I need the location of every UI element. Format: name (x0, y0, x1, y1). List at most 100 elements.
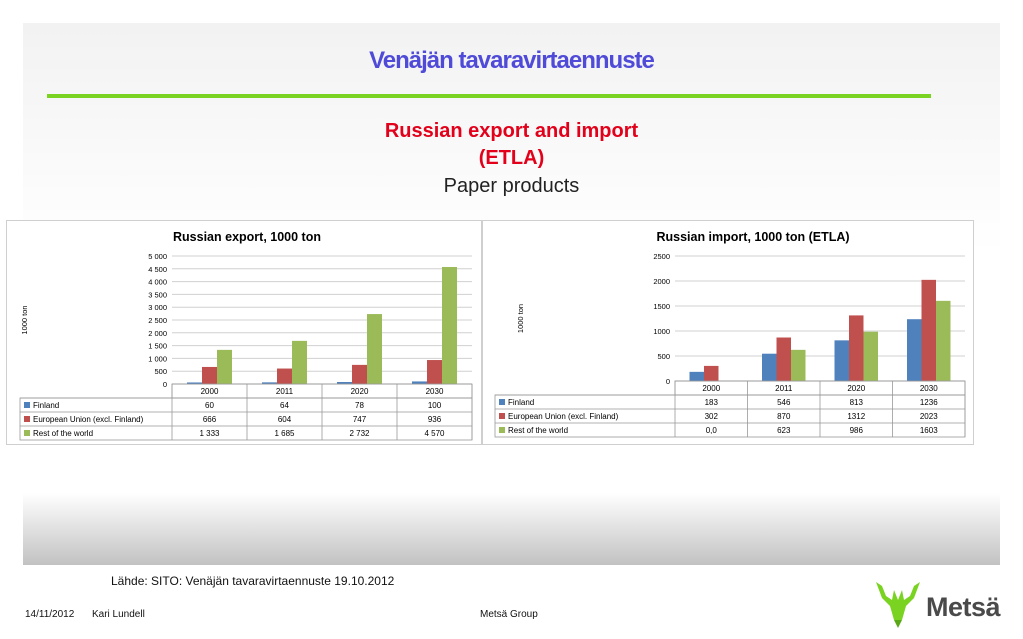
table-value: 936 (428, 415, 442, 424)
bar-rest-2000 (217, 349, 232, 384)
y-tick-label: 5 000 (148, 252, 167, 261)
table-value: 302 (705, 412, 719, 421)
bar-european-2011 (776, 337, 791, 381)
antler-logo-icon (876, 582, 920, 628)
y-tick-label: 4 500 (148, 265, 167, 274)
table-value: 604 (278, 415, 292, 424)
bar-rest-2020 (863, 331, 878, 381)
table-category-label: 2011 (775, 384, 793, 393)
chart-title: Russian import, 1000 ton (ETLA) (656, 230, 849, 244)
y-tick-label: 2500 (653, 252, 670, 261)
legend-swatch (24, 416, 30, 422)
table-category-label: 2000 (201, 387, 219, 396)
import-chart-panel: Russian import, 1000 ton (ETLA) 1000 ton 2… (482, 220, 974, 445)
table-category-label: 2030 (426, 387, 444, 396)
table-value: 1 333 (199, 429, 220, 438)
table-value: 1 685 (274, 429, 295, 438)
legend-series-name: European Union (excl. Finland) (33, 415, 144, 424)
slide-title: Venäjän tavaravirtaennuste (369, 47, 655, 74)
title-divider (47, 94, 931, 98)
y-axis-label: 1000 ton (20, 305, 29, 334)
bar-european-2030 (921, 279, 936, 381)
legend-swatch (24, 402, 30, 408)
import-chart: Russian import, 1000 ton (ETLA) 1000 ton 2… (494, 230, 966, 438)
table-value: 100 (428, 401, 442, 410)
bar-european-2000 (704, 365, 719, 381)
bar-finland-2030 (907, 319, 922, 381)
legend-series-name: Rest of the world (33, 429, 93, 438)
legend-series-name: Rest of the world (508, 426, 568, 435)
table-value: 2023 (920, 412, 938, 421)
table-value: 60 (205, 401, 214, 410)
legend-swatch (499, 427, 505, 433)
export-chart: Russian export, 1000 ton 1000 ton 5 000 4 5… (19, 230, 473, 441)
y-tick-label: 3 000 (148, 303, 167, 312)
table-value: 1312 (847, 412, 865, 421)
table-value: 0,0 (706, 426, 718, 435)
metsa-logo: Metsä (870, 576, 1005, 632)
bar-european-2011 (277, 368, 292, 384)
table-value: 78 (355, 401, 364, 410)
y-tick-label: 0 (666, 377, 670, 386)
source-note: Lähde: SITO: Venäjän tavaravirtaennuste … (111, 574, 395, 588)
bar-finland-2000 (689, 371, 704, 381)
subtitle-line-3: Paper products (443, 175, 580, 197)
y-tick-label: 0 (163, 380, 167, 389)
table-value: 623 (777, 426, 791, 435)
bar-european-2030 (427, 360, 442, 384)
footer-company: Metsä Group (480, 609, 538, 620)
bar-european-2020 (352, 364, 367, 384)
export-chart-panel: Russian export, 1000 ton 1000 ton 5 000 4 5… (6, 220, 482, 445)
legend-series-name: Finland (508, 398, 534, 407)
bar-rest-2030 (442, 267, 457, 384)
bar-rest-2030 (936, 300, 951, 381)
y-tick-label: 1500 (653, 302, 670, 311)
legend-swatch (499, 413, 505, 419)
y-tick-label: 2000 (653, 277, 670, 286)
table-value: 666 (203, 415, 217, 424)
logo-wordmark: Metsä (926, 592, 1001, 622)
y-tick-label: 1000 (653, 327, 670, 336)
bar-rest-2020 (367, 314, 382, 384)
table-value: 870 (777, 412, 791, 421)
table-value: 183 (705, 398, 719, 407)
table-category-label: 2020 (351, 387, 369, 396)
y-tick-label: 500 (154, 367, 167, 376)
y-tick-label: 3 500 (148, 290, 167, 299)
bar-finland-2020 (834, 340, 849, 381)
table-value: 1603 (920, 426, 938, 435)
y-tick-label: 2 500 (148, 316, 167, 325)
y-axis-label: 1000 ton (516, 304, 525, 333)
table-value: 64 (280, 401, 289, 410)
subtitle-line-1: Russian export and import (384, 120, 639, 142)
table-value: 747 (353, 415, 367, 424)
y-tick-label: 1 000 (148, 354, 167, 363)
legend-series-name: Finland (33, 401, 59, 410)
table-value: 1236 (920, 398, 938, 407)
chart-title: Russian export, 1000 ton (173, 230, 321, 244)
subtitle-line-2: (ETLA) (478, 147, 545, 169)
table-category-label: 2030 (920, 384, 938, 393)
legend-swatch (499, 399, 505, 405)
bar-european-2020 (849, 315, 864, 381)
y-tick-label: 500 (657, 352, 670, 361)
bar-european-2000 (202, 366, 217, 384)
table-value: 4 570 (424, 429, 445, 438)
table-category-label: 2020 (847, 384, 865, 393)
table-value: 986 (850, 426, 864, 435)
bar-finland-2011 (762, 353, 777, 381)
table-category-label: 2011 (276, 387, 294, 396)
footer-author: Kari Lundell (92, 609, 145, 620)
legend-series-name: European Union (excl. Finland) (508, 412, 619, 421)
bar-rest-2011 (292, 340, 307, 384)
table-value: 546 (777, 398, 791, 407)
table-value: 813 (850, 398, 864, 407)
footer-date: 14/11/2012 (25, 609, 75, 620)
y-tick-label: 2 000 (148, 329, 167, 338)
y-tick-label: 1 500 (148, 342, 167, 351)
legend-swatch (24, 430, 30, 436)
bar-rest-2011 (791, 349, 806, 381)
table-value: 2 732 (349, 429, 370, 438)
table-category-label: 2000 (702, 384, 720, 393)
y-tick-label: 4 000 (148, 278, 167, 287)
